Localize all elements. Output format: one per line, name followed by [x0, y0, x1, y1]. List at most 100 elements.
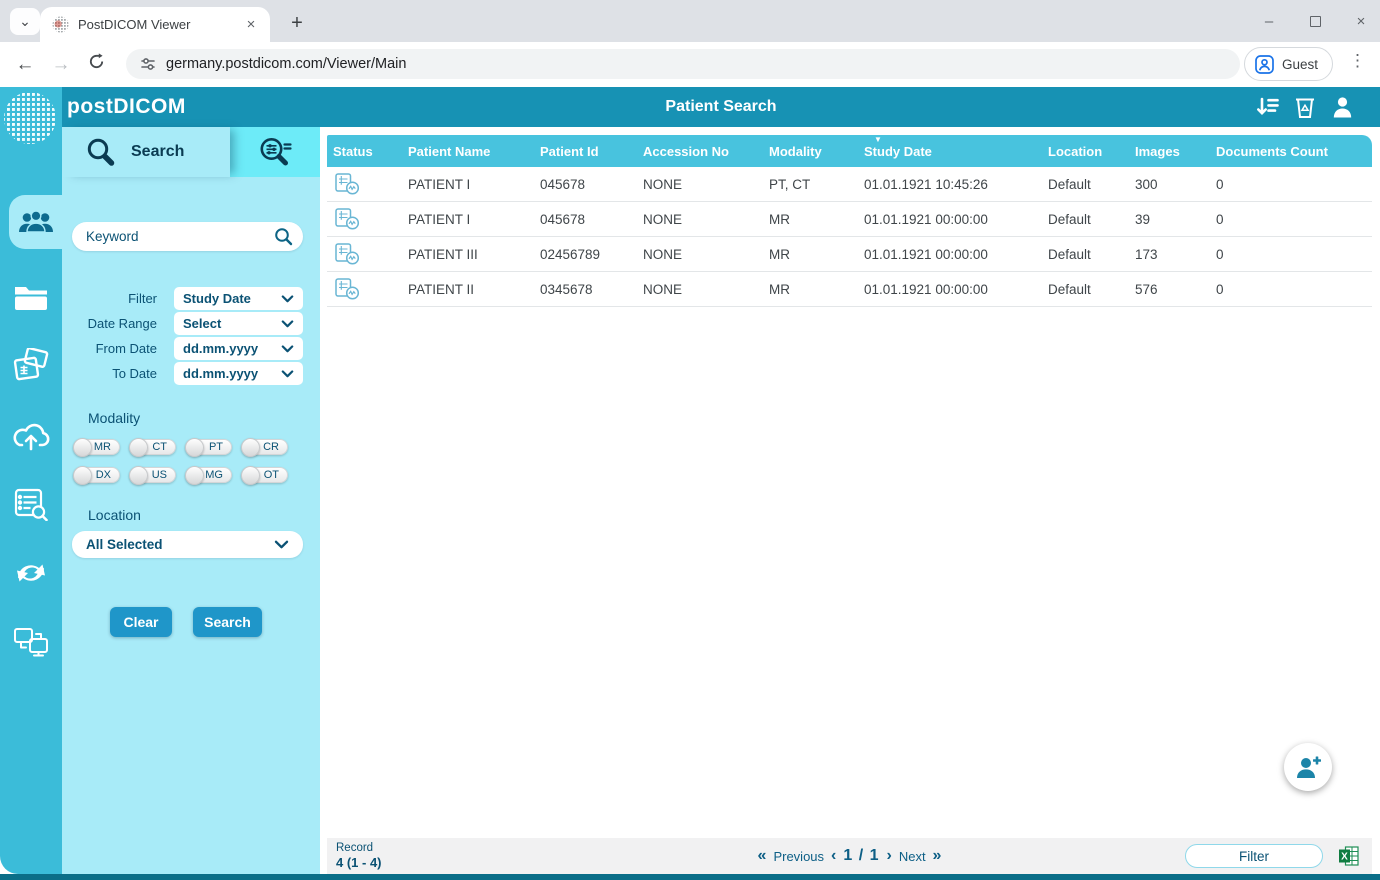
- filter-select[interactable]: dd.mm.yyyy: [174, 337, 303, 360]
- sidebar-item-share[interactable]: [0, 621, 62, 663]
- modality-section-label: Modality: [88, 410, 140, 426]
- next-page-button[interactable]: Next: [899, 849, 926, 864]
- account-button[interactable]: [1330, 95, 1354, 119]
- tab-advanced-search[interactable]: [230, 127, 320, 177]
- back-button[interactable]: ←: [14, 54, 36, 76]
- patients-group-icon: [17, 209, 55, 235]
- new-tab-button[interactable]: +: [282, 9, 312, 37]
- table-row[interactable]: PATIENT I 045678 NONE MR 01.01.1921 00:0…: [327, 202, 1372, 237]
- filter-select[interactable]: Select: [174, 312, 303, 335]
- modality-toggles: MR CT PT CR DX US MG OT: [74, 439, 310, 483]
- reload-icon: [88, 53, 105, 70]
- cell-images: 300: [1135, 177, 1216, 192]
- tab-close-icon[interactable]: ×: [242, 16, 260, 34]
- modality-toggle[interactable]: MR: [74, 439, 120, 455]
- column-header[interactable]: Documents Count: [1216, 135, 1372, 167]
- browser-tab[interactable]: PostDICOM Viewer ×: [40, 7, 270, 42]
- column-header[interactable]: Images: [1135, 135, 1216, 167]
- excel-export-icon[interactable]: X: [1339, 846, 1359, 866]
- modality-toggle[interactable]: PT: [186, 439, 232, 455]
- study-status-icon: [335, 243, 360, 265]
- minimize-button[interactable]: –: [1260, 13, 1278, 30]
- cell-study-date: 01.01.1921 10:45:26: [864, 177, 1048, 192]
- column-header[interactable]: Patient Name: [408, 135, 540, 167]
- modality-toggle[interactable]: OT: [242, 467, 288, 483]
- modality-label: MR: [94, 441, 111, 453]
- column-header[interactable]: Status: [333, 135, 408, 167]
- toggle-knob-icon: [241, 438, 260, 457]
- study-status-icon: [335, 278, 360, 300]
- sidebar-item-patients[interactable]: [9, 195, 62, 249]
- column-header[interactable]: Location: [1048, 135, 1135, 167]
- study-status-icon: [335, 173, 360, 195]
- toggle-knob-icon: [129, 466, 148, 485]
- app-header: Patient Search postDICOM: [62, 87, 1380, 127]
- location-section-label: Location: [88, 507, 141, 523]
- first-page-button[interactable]: «: [758, 847, 767, 865]
- chevron-down-icon: [281, 320, 294, 328]
- filter-button[interactable]: Filter: [1185, 844, 1323, 868]
- table-row[interactable]: PATIENT I 045678 NONE PT, CT 01.01.1921 …: [327, 167, 1372, 202]
- keyword-input[interactable]: [86, 229, 274, 244]
- column-header-label: Patient Id: [540, 144, 599, 159]
- window-controls: – ×: [1260, 0, 1370, 42]
- table-row[interactable]: PATIENT III 02456789 NONE MR 01.01.1921 …: [327, 237, 1372, 272]
- filter-value: dd.mm.yyyy: [183, 341, 258, 356]
- sidebar-item-order-search[interactable]: [0, 483, 62, 525]
- cell-patient-name: PATIENT I: [408, 212, 540, 227]
- cell-accession-no: NONE: [643, 177, 769, 192]
- cell-location: Default: [1048, 177, 1135, 192]
- close-button[interactable]: ×: [1352, 13, 1370, 30]
- previous-page-button[interactable]: Previous: [773, 849, 824, 864]
- next-chevron-icon[interactable]: ›: [886, 847, 891, 865]
- column-header[interactable]: ▼Study Date: [864, 135, 1048, 167]
- sidebar-item-dicom-images[interactable]: [0, 345, 62, 387]
- filter-row: From Date dd.mm.yyyy: [62, 337, 320, 360]
- study-status-icon: [335, 208, 360, 230]
- table-row[interactable]: PATIENT II 0345678 NONE MR 01.01.1921 00…: [327, 272, 1372, 307]
- cell-location: Default: [1048, 212, 1135, 227]
- sidebar-item-folders[interactable]: [0, 276, 62, 318]
- tab-search-button[interactable]: ⌄: [10, 8, 40, 35]
- download-queue-button[interactable]: [1256, 95, 1280, 119]
- filter-select[interactable]: dd.mm.yyyy: [174, 362, 303, 385]
- profile-label: Guest: [1282, 57, 1318, 72]
- modality-toggle[interactable]: CR: [242, 439, 288, 455]
- previous-chevron-icon[interactable]: ‹: [831, 847, 836, 865]
- sidebar-item-upload[interactable]: [0, 414, 62, 456]
- forward-button[interactable]: →: [50, 54, 72, 76]
- modality-toggle[interactable]: DX: [74, 467, 120, 483]
- column-header[interactable]: Modality: [769, 135, 864, 167]
- keyword-search-icon[interactable]: [274, 227, 293, 246]
- last-page-button[interactable]: »: [933, 847, 942, 865]
- cell-patient-name: PATIENT II: [408, 282, 540, 297]
- location-select[interactable]: All Selected: [72, 531, 303, 558]
- chevron-down-icon: [274, 540, 289, 549]
- clear-button[interactable]: Clear: [110, 607, 172, 637]
- browser-menu-button[interactable]: ⋮: [1349, 52, 1365, 69]
- search-button[interactable]: Search: [193, 607, 262, 637]
- modality-toggle[interactable]: MG: [186, 467, 232, 483]
- pagination: « Previous ‹ 1 / 1 › Next »: [758, 838, 942, 874]
- cell-status: [333, 278, 408, 300]
- reload-button[interactable]: [85, 53, 107, 76]
- page-indicator: 1 / 1: [843, 847, 879, 865]
- modality-label: DX: [96, 469, 111, 481]
- sidebar-item-sync[interactable]: [0, 552, 62, 594]
- toggle-knob-icon: [185, 438, 204, 457]
- add-patient-fab[interactable]: [1284, 743, 1332, 791]
- modality-toggle[interactable]: CT: [130, 439, 176, 455]
- column-header[interactable]: Patient Id: [540, 135, 643, 167]
- modality-label: CR: [263, 441, 279, 453]
- filter-label: Date Range: [62, 316, 157, 331]
- column-header[interactable]: Accession No: [643, 135, 769, 167]
- modality-toggle[interactable]: US: [130, 467, 176, 483]
- recycle-bin-button[interactable]: [1293, 95, 1317, 119]
- maximize-button[interactable]: [1306, 16, 1324, 27]
- url-bar[interactable]: germany.postdicom.com/Viewer/Main: [126, 49, 1240, 79]
- tab-basic-search[interactable]: Search: [62, 127, 230, 177]
- cell-study-date: 01.01.1921 00:00:00: [864, 282, 1048, 297]
- profile-button[interactable]: Guest: [1244, 47, 1333, 81]
- filter-select[interactable]: Study Date: [174, 287, 303, 310]
- filter-rows: Filter Study Date Date Range Select From…: [62, 287, 320, 387]
